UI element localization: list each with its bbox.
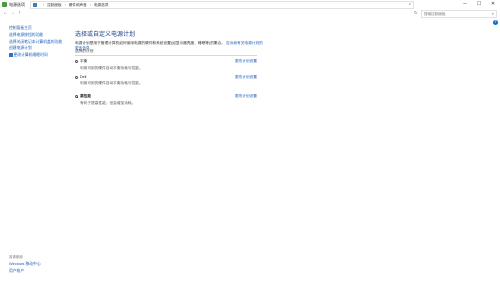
breadcrumb-item[interactable]: 控制面板 [47, 3, 61, 8]
breadcrumb-item[interactable]: 硬件和声音 [69, 3, 87, 8]
sidebar-item-sleep-time[interactable]: 更改计算机睡眠时间 [9, 53, 71, 58]
back-arrow-icon[interactable]: ← [2, 10, 9, 17]
shield-icon [9, 53, 13, 58]
plan-balanced-radio[interactable] [75, 60, 78, 63]
plan-name[interactable]: 平衡 [80, 59, 87, 64]
plan-description: 有利于提高性能，但会增加功耗。 [80, 100, 136, 105]
see-also-heading: 另请参阅 [9, 255, 23, 259]
up-arrow-icon[interactable]: ↑ [16, 10, 23, 17]
breadcrumb[interactable]: › 控制面板 › 硬件和声音 › 电源选项 ∨ [30, 1, 414, 9]
sidebar-item-power-button[interactable]: 选择电源按钮的功能 [9, 33, 71, 37]
plan-description: 利用可用的硬件自动平衡功耗与性能。 [80, 80, 143, 85]
description-text: 电源计划是用于管理计算机如何使用电源的硬件和系统设置(如显示器亮度、睡眠等)的集… [75, 41, 225, 45]
control-panel-icon [33, 3, 37, 7]
minimize-button[interactable]: ─ [458, 0, 472, 9]
change-plan-settings-link[interactable]: 更改计划设置 [235, 75, 257, 80]
change-plan-settings-link[interactable]: 更改计划设置 [235, 94, 257, 99]
search-placeholder: 搜索控制面板 [424, 11, 446, 16]
breadcrumb-separator: › [43, 3, 45, 7]
plan-name[interactable]: Dell [80, 75, 86, 79]
plan-high-performance-radio[interactable] [75, 95, 78, 98]
page-title: 选择或自定义电源计划 [75, 32, 136, 38]
breadcrumb-separator: › [89, 3, 91, 7]
sidebar-item-create-plan[interactable]: 创建电源计划 [9, 46, 71, 50]
change-plan-settings-link[interactable]: 更改计划设置 [235, 59, 257, 64]
close-button[interactable]: ✕ [486, 0, 500, 9]
power-options-icon [2, 2, 7, 7]
chevron-down-icon[interactable]: ∨ [408, 2, 411, 6]
plan-balanced: 平衡 更改计划设置 利用可用的硬件自动平衡功耗与性能。 [75, 59, 257, 71]
search-input[interactable]: 搜索控制面板 ⌕ [421, 10, 497, 18]
forward-arrow-icon[interactable]: → [9, 10, 16, 17]
maximize-button[interactable]: ☐ [472, 0, 486, 9]
search-icon[interactable]: ⌕ [492, 11, 494, 16]
sidebar-item-label: 更改计算机睡眠时间 [13, 53, 48, 58]
window-title: 电源选项 [9, 1, 25, 7]
plan-high-performance: 高性能 更改计划设置 有利于提高性能，但会增加功耗。 [75, 94, 257, 106]
sidebar: 控制面板主页 选择电源按钮的功能 选择关闭笔记本计算机盖的功能 创建电源计划 更… [9, 26, 71, 60]
section-header: 选择的计划 [75, 49, 257, 56]
breadcrumb-item[interactable]: 电源选项 [94, 3, 108, 8]
refresh-icon[interactable]: ↻ [414, 10, 417, 15]
plan-dell-radio[interactable] [75, 75, 78, 79]
breadcrumb-separator: › [64, 3, 66, 7]
sidebar-item-lid-close[interactable]: 选择关闭笔记本计算机盖的功能 [9, 40, 71, 44]
main-content: 选择或自定义电源计划 电源计划是用于管理计算机如何使用电源的硬件和系统设置(如显… [75, 29, 265, 105]
sidebar-item-control-panel-home[interactable]: 控制面板主页 [9, 26, 71, 30]
plan-dell: Dell 更改计划设置 利用可用的硬件自动平衡功耗与性能。 [75, 75, 257, 86]
window-controls: ─ ☐ ✕ [458, 0, 500, 9]
help-icon[interactable]: ? [493, 20, 498, 25]
user-accounts-link[interactable]: 用户帐户 [9, 269, 24, 274]
plan-name[interactable]: 高性能 [80, 94, 91, 99]
windows-mobility-center-link[interactable]: Windows 移动中心 [9, 262, 41, 267]
plan-description: 利用可用的硬件自动平衡功耗与性能。 [80, 65, 143, 70]
